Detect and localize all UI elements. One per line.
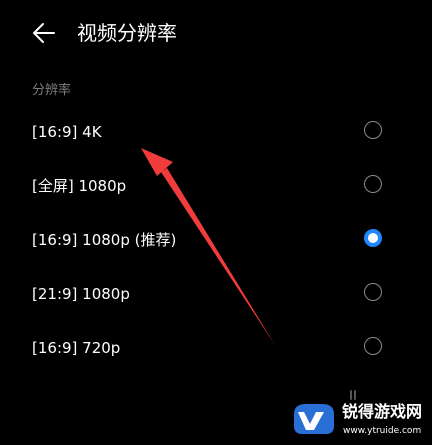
option-label: [21:9] 1080p [32,285,130,303]
option-label: [16:9] 1080p (推荐) [32,231,177,249]
option-label: [16:9] 720p [32,339,121,357]
radio-button-selected[interactable] [364,229,382,247]
radio-button[interactable] [364,337,382,355]
option-16-9-4k[interactable]: [16:9] 4K [0,105,432,159]
page-title: 视频分辨率 [77,21,177,45]
option-16-9-720p[interactable]: [16:9] 720p [0,321,432,375]
section-label: 分辨率 [32,83,72,98]
watermark: 锐得游戏网 www.ytruide.com [290,396,430,442]
title-bar: 视频分辨率 [0,0,432,68]
option-fullscreen-1080p[interactable]: [全屏] 1080p [0,159,432,213]
option-16-9-1080p-recommended[interactable]: [16:9] 1080p (推荐) [0,213,432,267]
option-21-9-1080p[interactable]: [21:9] 1080p [0,267,432,321]
radio-button[interactable] [364,121,382,139]
back-button[interactable] [28,18,62,48]
watermark-url: www.ytruide.com [343,426,422,436]
radio-button[interactable] [364,175,382,193]
arrow-left-icon [33,23,55,43]
watermark-name: 锐得游戏网 [342,402,423,421]
watermark-logo-icon [294,404,334,434]
option-label: [全屏] 1080p [32,177,127,195]
option-label: [16:9] 4K [32,123,102,141]
radio-button[interactable] [364,283,382,301]
